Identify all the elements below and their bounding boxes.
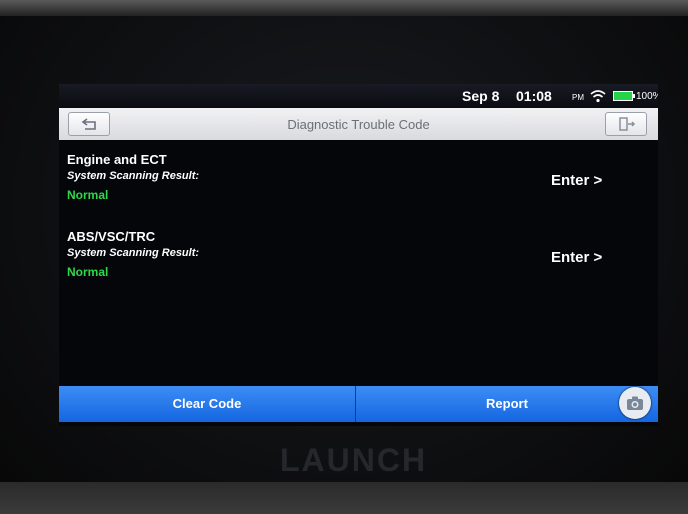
status-time: 01:08 (516, 88, 552, 104)
page-title: Diagnostic Trouble Code (287, 117, 430, 132)
status-bar: Sep 8 01:08 PM 100% (59, 84, 658, 108)
scan-status-normal: Normal (67, 188, 109, 202)
system-item-abs: ABS/VSC/TRC System Scanning Result: Norm… (67, 229, 647, 299)
system-name: ABS/VSC/TRC (67, 229, 156, 244)
system-name: Engine and ECT (67, 152, 167, 167)
status-date: Sep 8 (462, 88, 500, 104)
background-strip-bottom (0, 482, 688, 514)
wifi-icon (590, 89, 606, 103)
brand-logo: LAUNCH (280, 442, 428, 478)
device-screen: Sep 8 01:08 PM 100% Diagnos (59, 84, 658, 426)
device-bezel: Sep 8 01:08 PM 100% Diagnos (0, 0, 688, 514)
enter-button-engine[interactable]: Enter > (551, 172, 602, 189)
scan-result-label: System Scanning Result: (67, 170, 200, 182)
battery-tip (633, 94, 635, 98)
clear-code-button[interactable]: Clear Code (59, 386, 356, 422)
battery-icon (613, 91, 633, 101)
scan-status-normal: Normal (67, 265, 109, 279)
scan-results-list: Engine and ECT System Scanning Result: N… (59, 140, 658, 384)
scan-result-label: System Scanning Result: (67, 247, 200, 259)
exit-icon (619, 117, 636, 131)
battery-level: 100% (636, 91, 658, 102)
background-strip-top (0, 0, 688, 16)
enter-button-abs[interactable]: Enter > (551, 249, 602, 266)
screenshot-button[interactable] (619, 387, 651, 419)
exit-button[interactable] (605, 112, 647, 136)
title-bar: Diagnostic Trouble Code (59, 108, 658, 140)
camera-icon (627, 396, 643, 410)
report-button[interactable]: Report (356, 386, 658, 422)
status-ampm: PM (572, 93, 584, 102)
system-item-engine: Engine and ECT System Scanning Result: N… (67, 152, 647, 222)
bottom-action-bar: Clear Code Report (59, 386, 658, 422)
